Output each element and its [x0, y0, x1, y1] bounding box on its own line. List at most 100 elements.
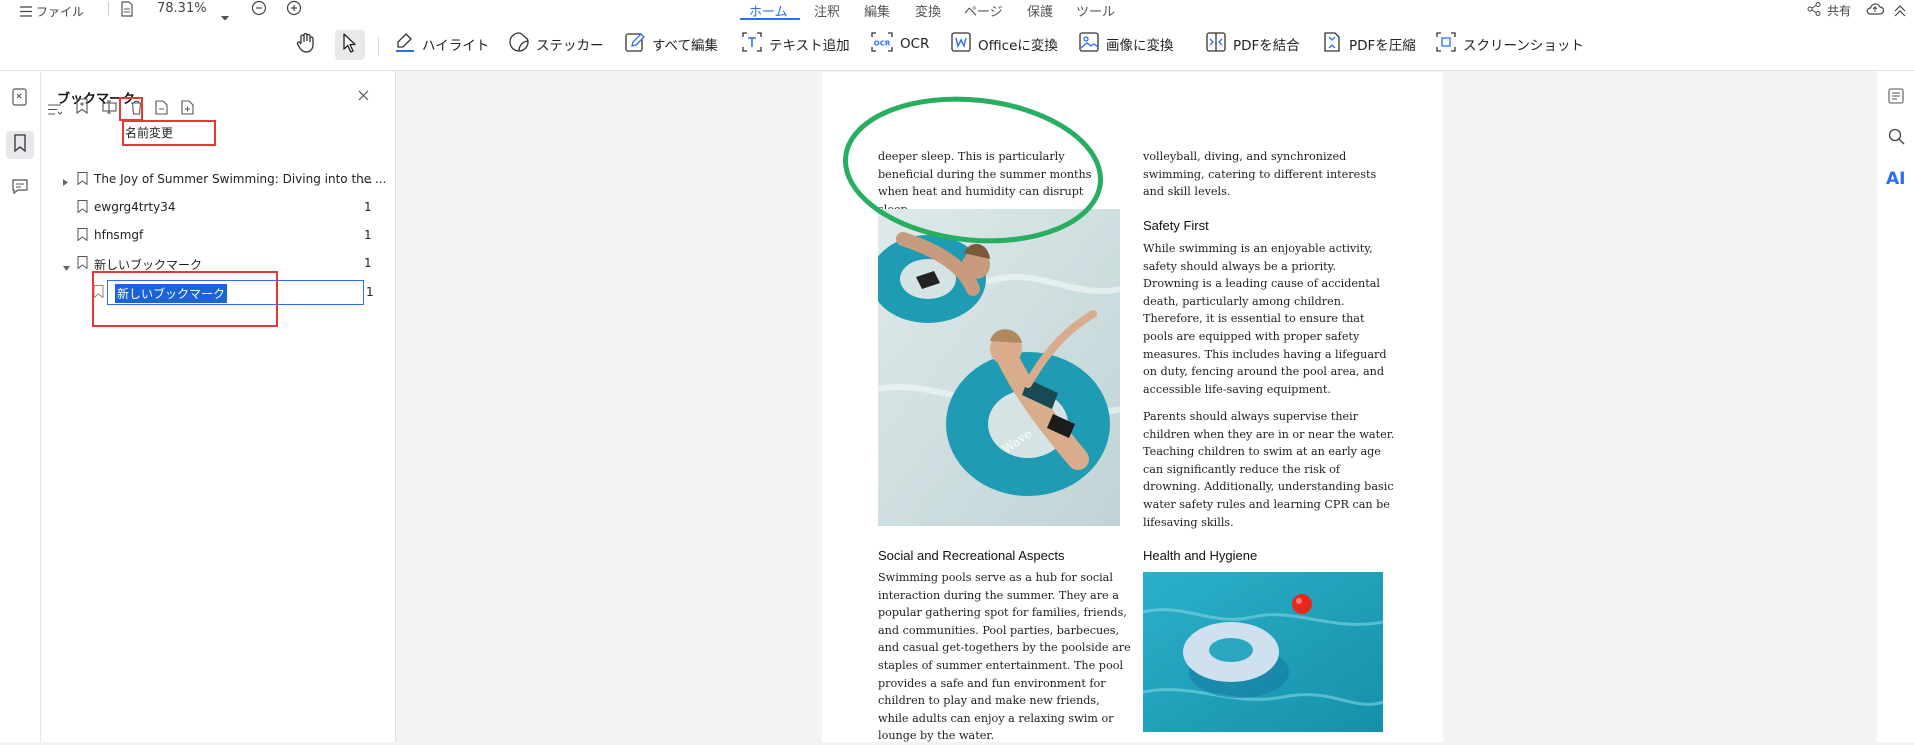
bookmark-page: 1: [364, 228, 372, 242]
rename-icon-highlight: [119, 97, 143, 121]
bookmark-item[interactable]: hfnsmgf 1: [41, 223, 395, 247]
hand-tool-button[interactable]: [292, 31, 320, 59]
share-button[interactable]: 共有: [1807, 1, 1851, 20]
add-text-button[interactable]: テキスト追加: [741, 26, 850, 62]
sticker-button[interactable]: ステッカー: [508, 26, 604, 62]
close-panel-button[interactable]: [353, 85, 373, 105]
paragraph: volleyball, diving, and synchronized swi…: [1143, 150, 1377, 199]
rename-icon: [101, 99, 117, 118]
svg-text:AI: AI: [1886, 169, 1905, 187]
bookmark-icon: [77, 256, 88, 272]
screenshot-icon: [1435, 31, 1457, 57]
highlight-label: ハイライト: [422, 38, 490, 54]
expand-bookmarks-button[interactable]: [178, 99, 196, 119]
bookmark-page: 1: [364, 200, 372, 214]
chevron-down-icon[interactable]: [63, 260, 70, 274]
paragraph: While swimming is an enjoyable activity,…: [1143, 242, 1387, 396]
ocr-button[interactable]: OCR OCR: [870, 26, 929, 62]
properties-button[interactable]: [1885, 87, 1907, 109]
svg-text:OCR: OCR: [874, 40, 891, 48]
pool-image-women: Wave: [870, 209, 1121, 526]
screenshot-label: スクリーンショット: [1463, 38, 1584, 54]
tooltip-highlight: [122, 120, 216, 146]
ai-icon: AI: [1884, 167, 1908, 191]
bookmark-options-button[interactable]: [46, 101, 64, 119]
rename-bookmark-button[interactable]: [100, 99, 118, 117]
rename-tooltip: 名前変更: [122, 120, 216, 146]
ribbon-tabs: ホーム 注釈 編集 変換 ページ 保護 ツール: [0, 1, 1914, 20]
section-heading: Safety First: [1143, 218, 1209, 233]
sticker-icon: [508, 31, 530, 57]
edit-all-icon: [624, 31, 646, 57]
highlight-button[interactable]: ハイライト: [394, 26, 489, 62]
ai-assistant-button[interactable]: AI: [1883, 167, 1909, 191]
bookmark-label: The Joy of Summer Swimming: Diving into …: [94, 172, 387, 186]
comment-panel-button[interactable]: [8, 177, 32, 201]
bookmark-item[interactable]: ewgrg4trty34 1: [41, 195, 395, 219]
list-settings-icon: [48, 101, 63, 120]
bookmark-add-icon: [75, 98, 89, 118]
add-bookmark-button[interactable]: [73, 98, 91, 118]
section-heading: Social and Recreational Aspects: [878, 548, 1065, 563]
collapse-ribbon-icon[interactable]: [1894, 2, 1906, 21]
merge-pdf-button[interactable]: PDFを結合: [1205, 26, 1300, 62]
sticker-label: ステッカー: [536, 38, 604, 54]
search-icon: [1888, 128, 1905, 149]
compress-pdf-icon: [1321, 31, 1343, 57]
search-button[interactable]: [1885, 127, 1907, 149]
tab-convert[interactable]: 変換: [915, 1, 941, 20]
select-tool-button[interactable]: [335, 30, 365, 60]
share-icon: [1807, 1, 1821, 20]
tab-annotate[interactable]: 注釈: [814, 1, 840, 20]
tab-page[interactable]: ページ: [964, 1, 1003, 20]
hand-icon: [296, 32, 316, 58]
tab-protect[interactable]: 保護: [1027, 1, 1053, 20]
cloud-upload-icon[interactable]: [1866, 1, 1885, 20]
merge-pdf-icon: [1205, 31, 1227, 57]
bookmark-page: 1: [366, 285, 374, 299]
paragraph: Parents should always supervise their ch…: [1143, 410, 1395, 529]
document-minus-icon: [154, 99, 168, 119]
tab-tools[interactable]: ツール: [1076, 1, 1115, 20]
left-rail: [0, 71, 41, 742]
compress-pdf-label: PDFを圧縮: [1349, 38, 1416, 54]
bookmark-icon: [77, 200, 88, 216]
convert-image-label: 画像に変換: [1106, 38, 1174, 54]
bookmark-icon: [77, 228, 88, 244]
convert-image-button[interactable]: 画像に変換: [1078, 26, 1174, 62]
convert-office-icon: [950, 31, 972, 57]
page-thumbnail-icon: [11, 88, 29, 110]
chevron-right-icon[interactable]: [63, 175, 68, 189]
collapse-bookmarks-button[interactable]: [152, 99, 170, 119]
convert-office-button[interactable]: Officeに変換: [950, 26, 1058, 62]
bookmark-icon: [77, 172, 88, 188]
close-icon: [358, 86, 369, 105]
document-plus-icon: [180, 99, 194, 119]
bookmark-icon: [13, 134, 27, 156]
divider: [378, 36, 379, 56]
share-label: 共有: [1827, 4, 1852, 18]
bookmark-page: ...: [361, 172, 373, 186]
section-heading: Health and Hygiene: [1143, 548, 1258, 563]
cursor-icon: [342, 33, 358, 57]
add-text-label: テキスト追加: [769, 38, 850, 54]
highlighter-icon: [394, 31, 416, 57]
pdf-page[interactable]: deeper sleep. This is particularly benef…: [822, 72, 1443, 742]
bookmark-panel-button[interactable]: [6, 131, 34, 159]
title-bar: ファイル 78.31% ホーム 注釈 編集 変換 ページ 保護 ツール 共有: [0, 0, 1914, 21]
paragraph: Swimming pools serve as a hub for social…: [878, 571, 1131, 743]
ocr-icon: OCR: [870, 31, 894, 57]
bookmark-item[interactable]: The Joy of Summer Swimming: Diving into …: [41, 167, 395, 191]
ocr-label: OCR: [900, 36, 930, 52]
thumbnail-panel-button[interactable]: [8, 87, 32, 111]
pool-image-float: [1142, 572, 1384, 732]
green-circle-annotation[interactable]: [838, 72, 1108, 252]
convert-image-icon: [1078, 31, 1100, 57]
tab-edit[interactable]: 編集: [864, 1, 890, 20]
screenshot-button[interactable]: スクリーンショット: [1435, 26, 1584, 62]
edit-all-button[interactable]: すべて編集: [624, 26, 718, 62]
bookmark-page: 1: [364, 256, 372, 270]
compress-pdf-button[interactable]: PDFを圧縮: [1321, 26, 1416, 62]
convert-office-label: Officeに変換: [978, 38, 1058, 54]
edit-all-label: すべて編集: [652, 38, 719, 54]
